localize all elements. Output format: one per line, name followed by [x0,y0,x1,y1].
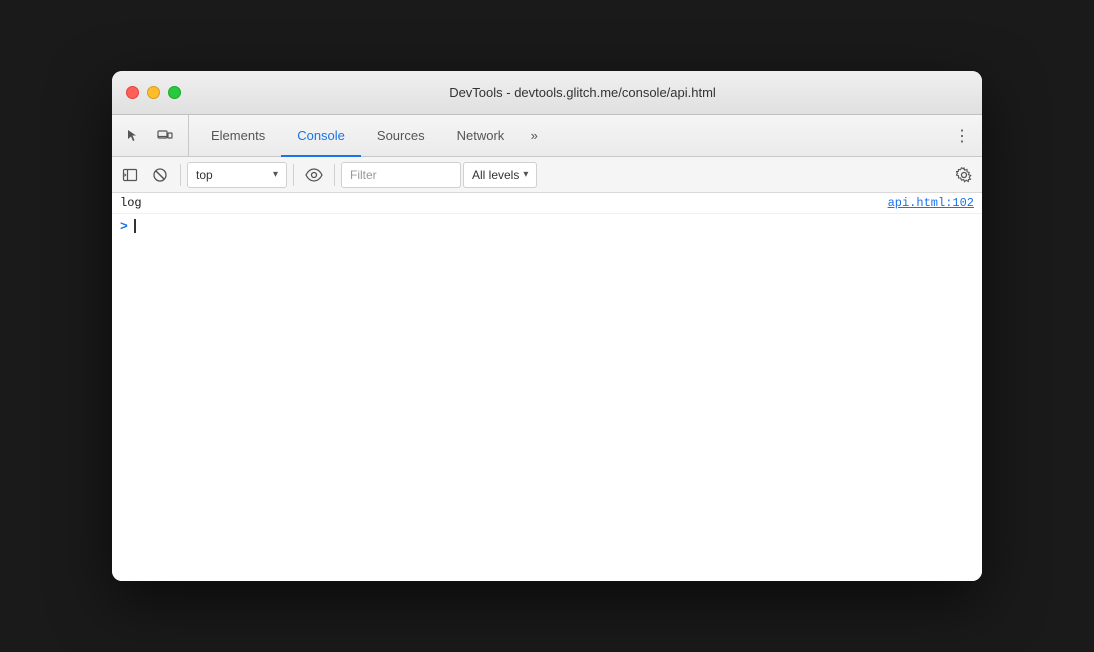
console-content[interactable]: log api.html:102 > [112,193,982,581]
clear-console-button[interactable] [146,161,174,189]
device-toolbar-icon-button[interactable] [150,121,180,151]
console-log-entry: log api.html:102 [112,193,982,214]
context-selector-arrow: ▾ [273,169,278,180]
console-prompt: > [120,219,128,234]
inspect-icon-button[interactable] [118,121,148,151]
devtools-menu-button[interactable]: ⋮ [948,122,976,150]
window-title: DevTools - devtools.glitch.me/console/ap… [197,85,968,100]
toolbar-divider-3 [334,164,335,186]
console-cursor [134,219,136,233]
tab-console[interactable]: Console [281,115,361,157]
devtools-window: DevTools - devtools.glitch.me/console/ap… [112,71,982,581]
log-levels-selector[interactable]: All levels ▾ [463,162,537,188]
live-expressions-button[interactable] [300,161,328,189]
settings-button[interactable] [950,161,978,189]
more-tabs-button[interactable]: » [520,122,548,150]
tabsbar: Elements Console Sources Network » ⋮ [112,115,982,157]
tab-sources[interactable]: Sources [361,115,441,157]
context-selector[interactable]: top ▾ [187,162,287,188]
console-input-row[interactable]: > [112,214,982,238]
filter-input[interactable] [341,162,461,188]
log-text: log [120,196,880,210]
traffic-lights [126,86,181,99]
toolbar-divider-2 [293,164,294,186]
devtools-icons [118,115,189,156]
levels-arrow: ▾ [523,169,528,180]
toggle-sidebar-button[interactable] [116,161,144,189]
console-toolbar: top ▾ All levels ▾ [112,157,982,193]
tab-elements[interactable]: Elements [195,115,281,157]
minimize-button[interactable] [147,86,160,99]
tab-network[interactable]: Network [441,115,521,157]
close-button[interactable] [126,86,139,99]
titlebar: DevTools - devtools.glitch.me/console/ap… [112,71,982,115]
maximize-button[interactable] [168,86,181,99]
toolbar-divider-1 [180,164,181,186]
log-source-link[interactable]: api.html:102 [888,196,974,210]
